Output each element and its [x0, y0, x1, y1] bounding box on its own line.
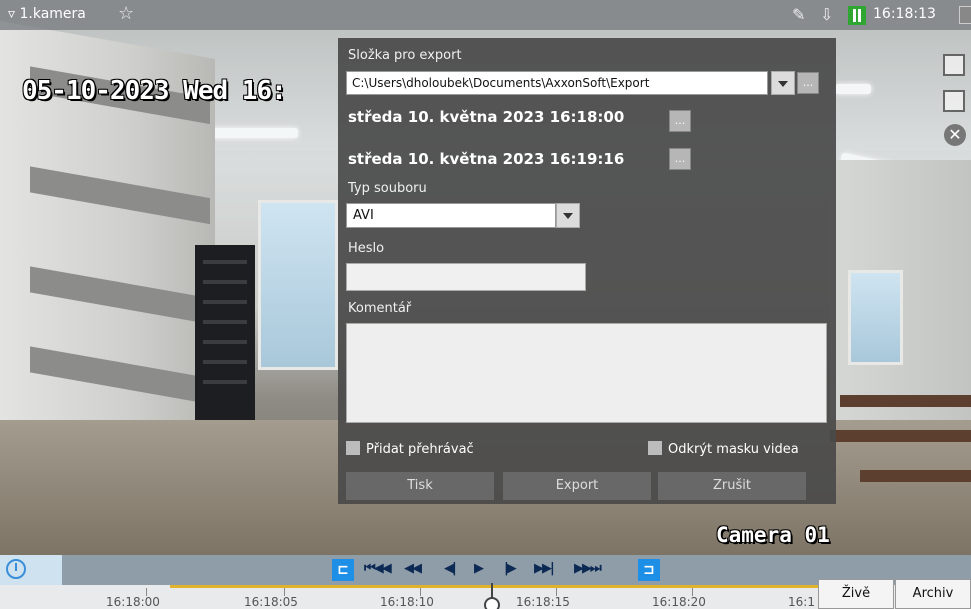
- comment-textarea[interactable]: [346, 323, 827, 423]
- time-jump-button[interactable]: [0, 555, 62, 585]
- window: [258, 200, 338, 370]
- browse-folder-button[interactable]: ...: [797, 72, 819, 94]
- desk: [860, 470, 971, 482]
- current-time: 16:18:13: [873, 6, 936, 22]
- rack-slot: [203, 280, 247, 284]
- rack-slot: [203, 300, 247, 304]
- file-type-select[interactable]: AVI: [346, 203, 556, 228]
- close-icon[interactable]: ✕: [944, 124, 966, 146]
- folder-label: Složka pro export: [348, 48, 462, 63]
- start-date-picker-button[interactable]: ...: [669, 110, 691, 132]
- comment-label: Komentář: [348, 301, 412, 316]
- print-button[interactable]: Tisk: [346, 472, 494, 500]
- fit-frame-icon[interactable]: [943, 54, 965, 76]
- timeline-label: 16:18:05: [244, 595, 298, 609]
- cabinet-panel: [30, 346, 210, 405]
- password-label: Heslo: [348, 241, 385, 256]
- file-type-label: Typ souboru: [348, 181, 427, 196]
- rack-slot: [203, 340, 247, 344]
- record-icon[interactable]: [959, 6, 971, 24]
- camera-name-label: 1.kamera: [19, 6, 86, 22]
- fast-forward-button[interactable]: ▶▶|: [534, 561, 555, 576]
- fast-rewind-button[interactable]: ◀◀: [404, 561, 422, 576]
- folder-path-field[interactable]: C:\Users\dholoubek\Documents\AxxonSoft\E…: [346, 71, 768, 95]
- end-date-picker-button[interactable]: ...: [669, 148, 691, 170]
- step-forward-button[interactable]: |▶: [504, 561, 517, 576]
- set-start-marker-button[interactable]: ⊏: [332, 559, 354, 581]
- download-icon[interactable]: ⇩: [820, 5, 833, 24]
- timeline-label: 16:18:15: [516, 595, 570, 609]
- cancel-button[interactable]: Zrušit: [658, 472, 806, 500]
- add-player-checkbox[interactable]: Přidat přehrávač: [346, 441, 474, 457]
- add-player-label: Přidat přehrávač: [366, 442, 474, 457]
- archive-mode-button[interactable]: Archiv: [895, 579, 971, 609]
- server-rack: [195, 245, 255, 425]
- chevron-down-icon[interactable]: [556, 203, 580, 228]
- cabinet-panel: [30, 266, 210, 325]
- rack-slot: [203, 360, 247, 364]
- pause-button[interactable]: [848, 6, 866, 25]
- rack-slot: [203, 260, 247, 264]
- camera-title-bar: ▿ 1.kamera ☆ ✎ ⇩ 16:18:13: [0, 0, 971, 30]
- favorite-star-icon[interactable]: ☆: [118, 3, 134, 24]
- chevron-down-icon[interactable]: [771, 71, 795, 95]
- export-range-bar: [170, 585, 820, 588]
- play-button[interactable]: ▶: [474, 561, 484, 576]
- jump-start-button[interactable]: ⏮◀◀: [364, 561, 392, 576]
- timeline-label: 16:18:00: [106, 595, 160, 609]
- timeline-label: 16:1: [788, 595, 815, 609]
- edit-icon[interactable]: ✎: [792, 5, 805, 24]
- desk: [830, 430, 971, 442]
- timeline-cursor-handle[interactable]: [484, 597, 500, 609]
- rack-slot: [203, 320, 247, 324]
- ceiling-light: [835, 84, 871, 94]
- jump-end-button[interactable]: ▶▶⏭: [574, 561, 602, 576]
- fullscreen-icon[interactable]: [943, 90, 965, 112]
- export-button[interactable]: Export: [503, 472, 651, 500]
- password-field[interactable]: [346, 263, 586, 291]
- desk: [840, 395, 971, 407]
- ceiling-light: [208, 128, 298, 138]
- unmask-video-checkbox[interactable]: Odkrýt masku videa: [648, 441, 799, 457]
- unmask-video-label: Odkrýt masku videa: [668, 442, 799, 457]
- timeline-label: 16:18:20: [652, 595, 706, 609]
- camera-name[interactable]: ▿ 1.kamera: [8, 6, 86, 22]
- live-mode-button[interactable]: Živě: [818, 579, 894, 609]
- timeline-label: 16:18:10: [380, 595, 434, 609]
- step-back-button[interactable]: ◀|: [444, 561, 457, 576]
- window: [848, 270, 903, 365]
- osd-datetime: 05-10-2023 Wed 16:: [22, 76, 287, 106]
- start-date-label: středa 10. května 2023 16:18:00: [348, 108, 625, 126]
- cabinet-panel: [30, 166, 210, 225]
- export-dialog: Složka pro export C:\Users\dholoubek\Doc…: [338, 38, 836, 504]
- checkbox-box[interactable]: [346, 441, 360, 455]
- clock-icon: [6, 559, 26, 579]
- filter-icon: ▿: [8, 6, 20, 22]
- rack-slot: [203, 380, 247, 384]
- set-end-marker-button[interactable]: ⊐: [638, 559, 660, 581]
- end-date-label: středa 10. května 2023 16:19:16: [348, 150, 625, 168]
- osd-camera-label: Camera 01: [716, 523, 830, 547]
- checkbox-box[interactable]: [648, 441, 662, 455]
